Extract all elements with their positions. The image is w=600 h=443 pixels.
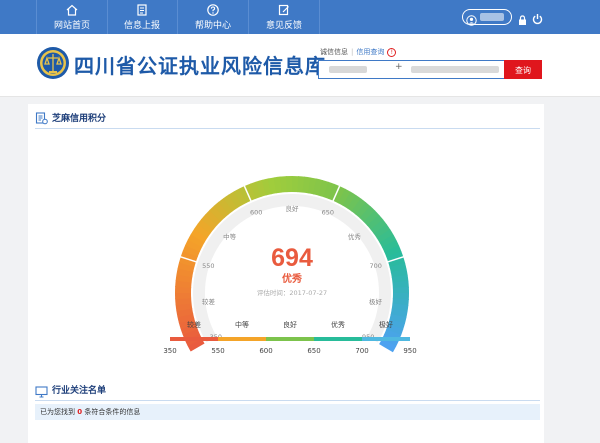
feedback-icon bbox=[249, 0, 319, 21]
watchlist-section-title: 行业关注名单 bbox=[52, 386, 107, 396]
legend-tick: 650 bbox=[307, 347, 321, 355]
gauge-tick-label: 550 bbox=[202, 262, 214, 270]
legend-tick: 350 bbox=[163, 347, 177, 355]
nav-label: 帮助中心 bbox=[194, 21, 231, 31]
warning-icon: ! bbox=[387, 47, 397, 57]
username-redacted bbox=[480, 13, 504, 21]
gauge-tick-label: 650 bbox=[322, 209, 334, 217]
gauge-arc-segment bbox=[285, 176, 293, 193]
site-title: 四川省公证执业风险信息库 bbox=[74, 54, 326, 78]
search-tabs: 诚信信息 | 信用查询! bbox=[320, 47, 397, 57]
legend-color-bar bbox=[314, 337, 362, 341]
legend-color-bar bbox=[266, 337, 314, 341]
search-field-redacted[interactable] bbox=[411, 66, 499, 73]
national-emblem-logo bbox=[36, 46, 70, 84]
legend-color-bar bbox=[170, 337, 218, 341]
nav-item-feedback[interactable]: 意见反馈 bbox=[249, 0, 320, 34]
result-count: 0 bbox=[77, 408, 83, 416]
credit-grade: 优秀 bbox=[282, 272, 302, 285]
gauge-arc-segment bbox=[392, 286, 410, 294]
gauge-tick-label: 600 bbox=[250, 209, 262, 217]
upload-report-icon bbox=[107, 0, 177, 21]
legend-tick: 950 bbox=[403, 347, 417, 355]
legend-label: 良好 bbox=[283, 321, 297, 329]
search-button[interactable]: 查询 bbox=[504, 60, 542, 79]
gauge-grade-label: 良好 bbox=[286, 204, 300, 213]
main-panel: 芝麻信用积分 较差中等良好优秀极好350550600650700950694优秀… bbox=[28, 104, 544, 443]
gauge-grade-label: 中等 bbox=[223, 232, 237, 241]
plus-separator: + bbox=[395, 62, 403, 72]
gauge-tick-label: 700 bbox=[369, 262, 381, 270]
nav-item-report[interactable]: 信息上报 bbox=[107, 0, 178, 34]
nav-label: 网站首页 bbox=[53, 21, 90, 31]
credit-score: 694 bbox=[271, 244, 313, 272]
nav-item-home[interactable]: 网站首页 bbox=[36, 0, 108, 34]
home-icon bbox=[37, 0, 107, 21]
search-field-redacted[interactable] bbox=[329, 66, 367, 73]
legend-label: 中等 bbox=[235, 321, 249, 329]
user-account-pill[interactable] bbox=[462, 9, 512, 26]
legend-label: 较差 bbox=[187, 321, 201, 329]
nav-label: 意见反馈 bbox=[265, 21, 302, 31]
legend-tick: 600 bbox=[259, 347, 273, 355]
eval-time: 评估时间：2017-07-27 bbox=[257, 288, 327, 297]
gauge-arc-segment bbox=[175, 292, 192, 300]
top-navbar: 网站首页 信息上报 帮助中心 意见反馈 bbox=[0, 0, 600, 34]
help-icon bbox=[178, 0, 248, 21]
result-summary: 已为您找到 0 条符合条件的信息 bbox=[35, 404, 540, 420]
legend-color-bar bbox=[218, 337, 266, 341]
result-suffix: 条符合条件的信息 bbox=[84, 408, 141, 416]
gauge-grade-label: 极好 bbox=[369, 297, 383, 306]
power-icon[interactable] bbox=[532, 10, 543, 29]
legend-tick: 700 bbox=[355, 347, 369, 355]
gauge-grade-label: 优秀 bbox=[348, 232, 362, 241]
legend-label: 优秀 bbox=[331, 321, 345, 329]
search-input[interactable]: + bbox=[318, 60, 506, 79]
user-icon bbox=[466, 11, 477, 30]
tab-integrity-info[interactable]: 诚信信息 bbox=[320, 48, 348, 56]
nav-item-help[interactable]: 帮助中心 bbox=[178, 0, 249, 34]
gauge-grade-label: 较差 bbox=[202, 297, 216, 306]
legend-label: 极好 bbox=[379, 321, 393, 329]
section-divider bbox=[35, 400, 540, 401]
result-text: 已为您找到 0 条符合条件的信息 bbox=[40, 407, 140, 417]
legend-tick: 550 bbox=[211, 347, 225, 355]
legend-color-bar bbox=[362, 337, 410, 341]
result-prefix: 已为您找到 bbox=[40, 408, 75, 416]
lock-icon[interactable] bbox=[518, 11, 527, 30]
nav-label: 信息上报 bbox=[123, 21, 160, 31]
tab-credit-query[interactable]: 信用查询 bbox=[356, 48, 384, 56]
credit-gauge: 较差中等良好优秀极好350550600650700950694优秀评估时间：20… bbox=[175, 176, 410, 353]
watchlist-section-header: 行业关注名单 bbox=[35, 381, 540, 401]
